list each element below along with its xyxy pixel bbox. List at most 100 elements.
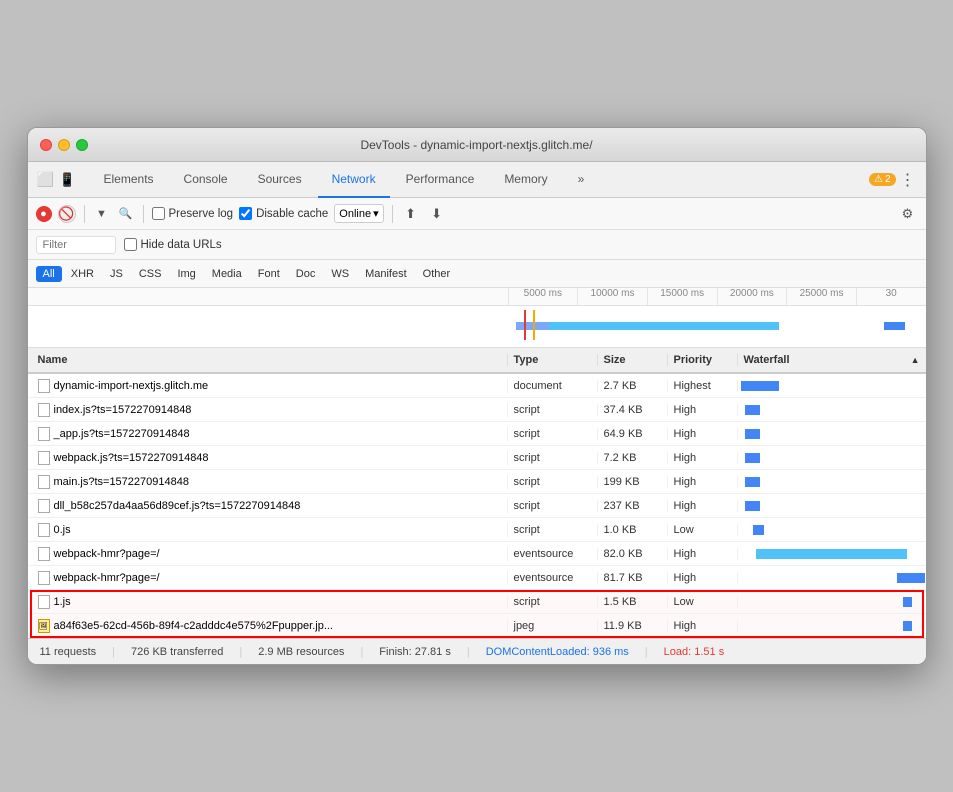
type-manifest[interactable]: Manifest (358, 266, 414, 282)
row-waterfall (738, 446, 926, 469)
row-type: document (508, 380, 598, 392)
row-name: index.js?ts=1572270914848 (28, 403, 508, 417)
transferred: 726 KB transferred (131, 646, 223, 658)
type-ws[interactable]: WS (324, 266, 356, 282)
finish-time: Finish: 27.81 s (379, 646, 451, 658)
table-row[interactable]: dynamic-import-nextjs.glitch.medocument2… (28, 374, 926, 398)
tab-memory[interactable]: Memory (490, 162, 561, 198)
type-doc[interactable]: Doc (289, 266, 323, 282)
disable-cache-label[interactable]: Disable cache (239, 207, 328, 220)
row-priority: Highest (668, 380, 738, 392)
row-name: main.js?ts=1572270914848 (28, 475, 508, 489)
maximize-button[interactable] (76, 139, 88, 151)
filter-input[interactable] (36, 236, 116, 254)
waterfall-bar (903, 621, 912, 631)
dom-loaded: DOMContentLoaded: 936 ms (486, 646, 629, 658)
table-row[interactable]: webpack.js?ts=1572270914848script7.2 KBH… (28, 446, 926, 470)
more-options-icon[interactable]: ⋮ (898, 170, 918, 190)
minimize-button[interactable] (58, 139, 70, 151)
inspector-icon[interactable]: ⬜ (36, 170, 56, 190)
row-type: script (508, 404, 598, 416)
waterfall-bar (897, 573, 925, 583)
file-icon (38, 499, 50, 513)
preserve-log-label[interactable]: Preserve log (152, 207, 234, 220)
table-row[interactable]: webpack-hmr?page=/eventsource82.0 KBHigh (28, 542, 926, 566)
table-row[interactable]: 0.jsscript1.0 KBLow (28, 518, 926, 542)
tab-elements[interactable]: Elements (90, 162, 168, 198)
tab-more[interactable]: » (564, 162, 599, 198)
row-priority: High (668, 500, 738, 512)
row-waterfall (738, 614, 926, 637)
controls-bar: ● 🚫 ▼ 🔍 Preserve log Disable cache Onlin… (28, 198, 926, 230)
record-button[interactable]: ● (36, 206, 52, 222)
ruler-5000: 5000 ms (508, 288, 578, 305)
timeline-chart (508, 306, 926, 348)
file-icon (38, 595, 50, 609)
row-priority: High (668, 548, 738, 560)
header-waterfall[interactable]: Waterfall ▲ (738, 354, 926, 366)
settings-icon[interactable]: ⚙ (898, 204, 918, 224)
row-waterfall (738, 566, 926, 589)
row-priority: High (668, 572, 738, 584)
download-icon[interactable]: ⬇ (427, 204, 447, 224)
device-icon[interactable]: 📱 (58, 170, 78, 190)
header-size[interactable]: Size (598, 354, 668, 366)
row-waterfall (738, 374, 926, 397)
filter-icon[interactable]: ▼ (93, 205, 111, 223)
row-type: script (508, 596, 598, 608)
stop-button[interactable]: 🚫 (58, 205, 76, 223)
row-type: eventsource (508, 572, 598, 584)
type-img[interactable]: Img (170, 266, 202, 282)
table-row[interactable]: 🖼a84f63e5-62cd-456b-89f4-c2adddc4e575%2F… (28, 614, 926, 638)
type-css[interactable]: CSS (132, 266, 169, 282)
window-title: DevTools - dynamic-import-nextjs.glitch.… (360, 138, 592, 152)
type-filter-bar: All XHR JS CSS Img Media Font Doc WS Man… (28, 260, 926, 288)
throttle-select[interactable]: Online ▾ (334, 204, 383, 223)
upload-icon[interactable]: ⬆ (401, 204, 421, 224)
tab-console[interactable]: Console (170, 162, 242, 198)
title-bar: DevTools - dynamic-import-nextjs.glitch.… (28, 128, 926, 162)
type-media[interactable]: Media (205, 266, 249, 282)
row-waterfall (738, 542, 926, 565)
row-name: 1.js (28, 595, 508, 609)
warning-badge[interactable]: ⚠ 2 (869, 173, 896, 186)
close-button[interactable] (40, 139, 52, 151)
tl-line-red (524, 310, 526, 340)
waterfall-bar (745, 501, 760, 511)
table-row[interactable]: 1.jsscript1.5 KBLow (28, 590, 926, 614)
row-waterfall (738, 518, 926, 541)
filter-bar: Hide data URLs (28, 230, 926, 260)
disable-cache-checkbox[interactable] (239, 207, 252, 220)
search-icon[interactable]: 🔍 (117, 205, 135, 223)
row-name: dll_b58c257da4aa56d89cef.js?ts=157227091… (28, 499, 508, 513)
table-row[interactable]: index.js?ts=1572270914848script37.4 KBHi… (28, 398, 926, 422)
header-type[interactable]: Type (508, 354, 598, 366)
type-all[interactable]: All (36, 266, 62, 282)
tab-performance[interactable]: Performance (392, 162, 489, 198)
type-other[interactable]: Other (416, 266, 458, 282)
table-row[interactable]: webpack-hmr?page=/eventsource81.7 KBHigh (28, 566, 926, 590)
row-type: jpeg (508, 620, 598, 632)
ruler-15000: 15000 ms (647, 288, 717, 305)
row-priority: Low (668, 596, 738, 608)
type-font[interactable]: Font (251, 266, 287, 282)
tab-sources[interactable]: Sources (244, 162, 316, 198)
waterfall-bar (741, 381, 779, 391)
preserve-log-checkbox[interactable] (152, 207, 165, 220)
row-priority: High (668, 452, 738, 464)
header-name[interactable]: Name (28, 354, 508, 366)
hide-data-urls-label[interactable]: Hide data URLs (124, 238, 222, 251)
row-size: 64.9 KB (598, 428, 668, 440)
tab-network[interactable]: Network (318, 162, 390, 198)
header-priority[interactable]: Priority (668, 354, 738, 366)
row-waterfall (738, 494, 926, 517)
type-js[interactable]: JS (103, 266, 130, 282)
tl-bar-eventsource (549, 322, 779, 330)
table-row[interactable]: dll_b58c257da4aa56d89cef.js?ts=157227091… (28, 494, 926, 518)
hide-data-urls-checkbox[interactable] (124, 238, 137, 251)
row-size: 237 KB (598, 500, 668, 512)
table-row[interactable]: main.js?ts=1572270914848script199 KBHigh (28, 470, 926, 494)
status-bar: 11 requests | 726 KB transferred | 2.9 M… (28, 638, 926, 664)
table-row[interactable]: _app.js?ts=1572270914848script64.9 KBHig… (28, 422, 926, 446)
type-xhr[interactable]: XHR (64, 266, 101, 282)
